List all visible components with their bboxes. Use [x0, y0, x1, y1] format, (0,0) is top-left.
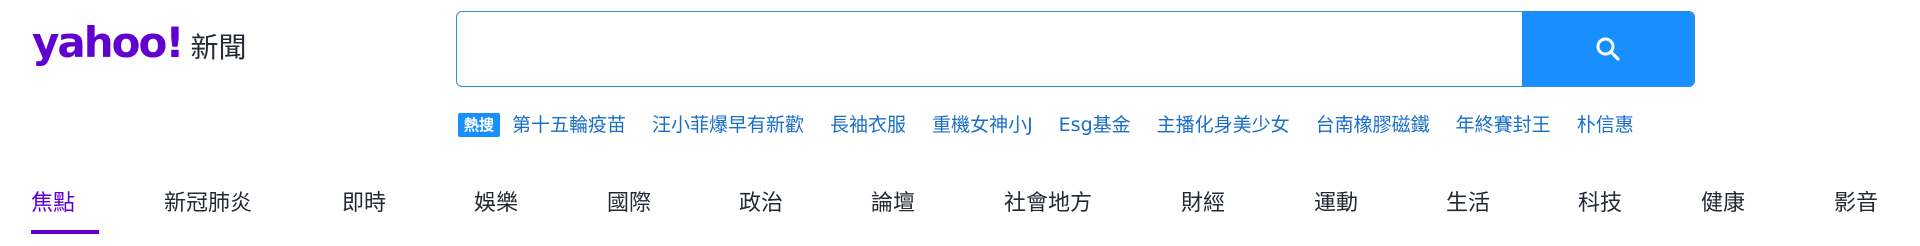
search-input[interactable] [457, 12, 1522, 86]
trending-item[interactable]: 第十五輪疫苗 [512, 113, 626, 137]
nav-tab-finance[interactable]: 財經 [1181, 190, 1225, 218]
logo-wordmark: yahoo! [32, 18, 184, 67]
nav-tab-entertainment[interactable]: 娛樂 [474, 190, 518, 218]
search-button[interactable] [1522, 12, 1694, 86]
nav-tab-realtime[interactable]: 即時 [342, 190, 386, 218]
nav-tab-health[interactable]: 健康 [1701, 190, 1745, 218]
trending-searches: 熱搜 第十五輪疫苗 汪小菲爆早有新歡 長袖衣服 重機女神小J Esg基金 主播化… [458, 113, 1660, 137]
category-nav: 焦點 新冠肺炎 即時 娛樂 國際 政治 論壇 社會地方 財經 運動 生活 科技 … [0, 190, 1920, 226]
active-tab-indicator [31, 230, 99, 234]
nav-tab-life[interactable]: 生活 [1446, 190, 1490, 218]
trending-badge: 熱搜 [458, 113, 501, 137]
search-icon [1596, 37, 1620, 61]
trending-item[interactable]: Esg基金 [1059, 113, 1131, 137]
yahoo-news-logo[interactable]: yahoo! 新聞 [32, 22, 247, 64]
trending-item[interactable]: 長袖衣服 [830, 113, 906, 137]
trending-item[interactable]: 朴信惠 [1577, 113, 1634, 137]
nav-tab-forum[interactable]: 論壇 [871, 190, 915, 218]
nav-tab-sports[interactable]: 運動 [1314, 190, 1358, 218]
nav-tab-society[interactable]: 社會地方 [1004, 190, 1092, 218]
search-bar [456, 11, 1695, 87]
nav-tab-tech[interactable]: 科技 [1578, 190, 1622, 218]
trending-item[interactable]: 主播化身美少女 [1157, 113, 1290, 137]
trending-item[interactable]: 重機女神小J [932, 113, 1033, 137]
nav-tab-politics[interactable]: 政治 [739, 190, 783, 218]
trending-item[interactable]: 汪小菲爆早有新歡 [652, 113, 804, 137]
logo-section-label: 新聞 [190, 31, 247, 64]
trending-item[interactable]: 台南橡膠磁鐵 [1316, 113, 1430, 137]
nav-tab-international[interactable]: 國際 [607, 190, 651, 218]
nav-tab-covid[interactable]: 新冠肺炎 [164, 190, 252, 218]
trending-item[interactable]: 年終賽封王 [1456, 113, 1551, 137]
nav-tab-video[interactable]: 影音 [1834, 190, 1878, 218]
nav-tab-focus[interactable]: 焦點 [31, 190, 75, 218]
